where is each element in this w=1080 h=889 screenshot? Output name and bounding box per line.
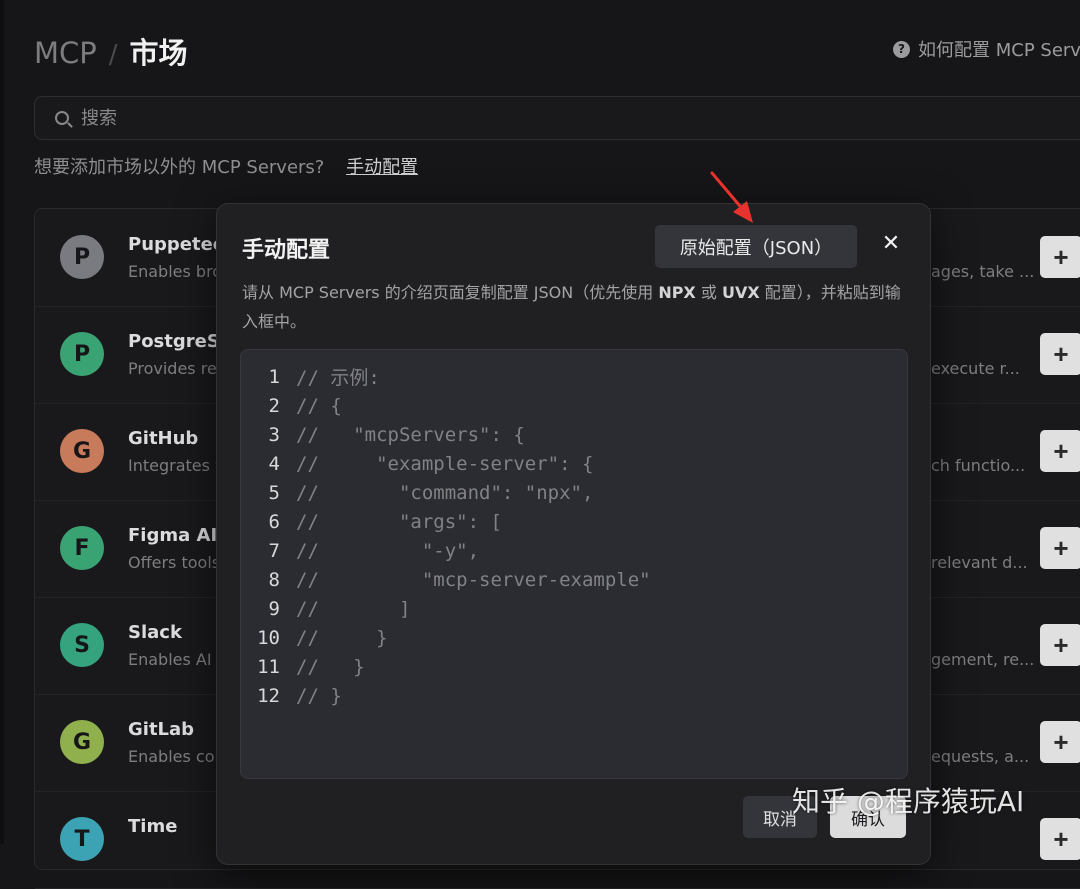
- line-text: // }: [296, 655, 365, 678]
- server-description-tail: equests, a...: [931, 747, 1030, 766]
- server-description-tail: gement, re...: [931, 650, 1035, 669]
- server-description-tail: execute r...: [931, 359, 1020, 378]
- code-line: 12 // }: [241, 681, 342, 710]
- search-input[interactable]: [79, 106, 983, 130]
- close-icon[interactable]: ✕: [878, 230, 904, 256]
- code-line: 9 // ]: [241, 594, 411, 623]
- avatar: G: [60, 720, 104, 764]
- line-text: // "-y",: [296, 539, 480, 562]
- add-server-button[interactable]: +: [1040, 430, 1080, 472]
- server-description-tail: relevant d...: [931, 553, 1028, 572]
- line-text: // "example-server": {: [296, 452, 594, 475]
- line-number: 1: [268, 365, 280, 388]
- add-server-button[interactable]: +: [1040, 624, 1080, 666]
- hint-text: 想要添加市场以外的 MCP Servers?: [34, 157, 325, 178]
- avatar: F: [60, 526, 104, 570]
- line-number: 4: [268, 452, 280, 475]
- breadcrumb-root[interactable]: MCP: [34, 36, 97, 70]
- annotation-arrow-icon: [710, 171, 753, 223]
- line-number: 9: [268, 597, 280, 620]
- manual-config-hint: 想要添加市场以外的 MCP Servers? 手动配置: [34, 153, 418, 179]
- page-title: 市场: [129, 36, 188, 70]
- line-number: 10: [257, 626, 280, 649]
- server-description: Enables bro: [128, 262, 223, 281]
- server-description-tail: ages, take ...: [931, 262, 1035, 281]
- line-text: // 示例:: [296, 367, 380, 389]
- add-server-button[interactable]: +: [1040, 236, 1080, 278]
- line-number: 3: [268, 423, 280, 446]
- line-text: // }: [296, 684, 342, 707]
- code-line: 6 // "args": [: [241, 507, 502, 536]
- code-line: 4 // "example-server": {: [241, 449, 594, 478]
- raw-json-config-button[interactable]: 原始配置（JSON）: [655, 225, 857, 268]
- line-number: 12: [257, 684, 280, 707]
- help-link-label: 如何配置 MCP Servers: [918, 40, 1080, 61]
- avatar: G: [60, 429, 104, 473]
- code-line: 5 // "command": "npx",: [241, 478, 594, 507]
- line-text: // "mcp-server-example": [296, 568, 651, 591]
- line-number: 7: [268, 539, 280, 562]
- line-number: 6: [268, 510, 280, 533]
- search-box[interactable]: [34, 96, 1080, 140]
- line-number: 11: [257, 655, 280, 678]
- line-text: // "args": [: [296, 510, 502, 533]
- server-description: Enables cor: [128, 747, 222, 766]
- code-line: 1 // 示例:: [241, 362, 380, 391]
- breadcrumb-separator: /: [108, 40, 118, 70]
- add-server-button[interactable]: +: [1040, 818, 1080, 860]
- desc-uvx: UVX: [721, 283, 760, 302]
- dialog-description: 请从 MCP Servers 的介绍页面复制配置 JSON（优先使用 NPX 或…: [242, 278, 912, 336]
- window-edge: [0, 0, 4, 844]
- help-icon: ?: [893, 40, 910, 58]
- avatar: T: [60, 817, 104, 861]
- server-name: GitLab: [128, 719, 195, 740]
- server-name: Time: [128, 816, 178, 837]
- json-code-editor[interactable]: 1 // 示例: 2 // { 3 // "mcpServers": { 4 // "e…: [240, 349, 908, 779]
- add-server-button[interactable]: +: [1040, 721, 1080, 763]
- code-line: 3 // "mcpServers": {: [241, 420, 525, 449]
- line-text: // "command": "npx",: [296, 481, 594, 504]
- code-line: 8 // "mcp-server-example": [241, 565, 651, 594]
- avatar: P: [60, 235, 104, 279]
- line-number: 5: [268, 481, 280, 504]
- code-line: 11 // }: [241, 652, 365, 681]
- server-description: Enables AI: [128, 650, 212, 669]
- avatar: S: [60, 623, 104, 667]
- add-server-button[interactable]: +: [1040, 527, 1080, 569]
- server-description-tail: ch functio...: [931, 456, 1026, 475]
- help-link[interactable]: ? 如何配置 MCP Servers: [893, 36, 1080, 62]
- manual-config-link[interactable]: 手动配置: [346, 157, 418, 178]
- desc-part1: 请从 MCP Servers 的介绍页面复制配置 JSON（优先使用: [242, 283, 659, 302]
- server-name: Slack: [128, 622, 182, 643]
- code-line: 7 // "-y",: [241, 536, 479, 565]
- line-number: 2: [268, 394, 280, 417]
- code-line: 2 // {: [241, 391, 342, 420]
- line-text: // }: [296, 626, 388, 649]
- avatar: P: [60, 332, 104, 376]
- desc-npx: NPX: [658, 283, 696, 302]
- add-server-button[interactable]: +: [1040, 333, 1080, 375]
- server-description: Integrates w: [128, 456, 229, 475]
- manual-config-dialog: 手动配置 原始配置（JSON） ✕ 请从 MCP Servers 的介绍页面复制…: [216, 203, 931, 865]
- search-icon: [55, 111, 69, 125]
- server-name: GitHub: [128, 428, 199, 449]
- watermark: 知乎 @程序猿玩AI: [792, 785, 1025, 818]
- server-description: Offers tools: [128, 553, 221, 572]
- desc-or: 或: [695, 283, 722, 302]
- line-number: 8: [268, 568, 280, 591]
- breadcrumb: MCP / 市场: [34, 30, 188, 72]
- code-line: 10 // }: [241, 623, 388, 652]
- line-text: // ]: [296, 597, 411, 620]
- server-description: Provides re: [128, 359, 217, 378]
- dialog-title: 手动配置: [242, 238, 331, 263]
- line-text: // "mcpServers": {: [296, 423, 525, 446]
- line-text: // {: [296, 394, 342, 417]
